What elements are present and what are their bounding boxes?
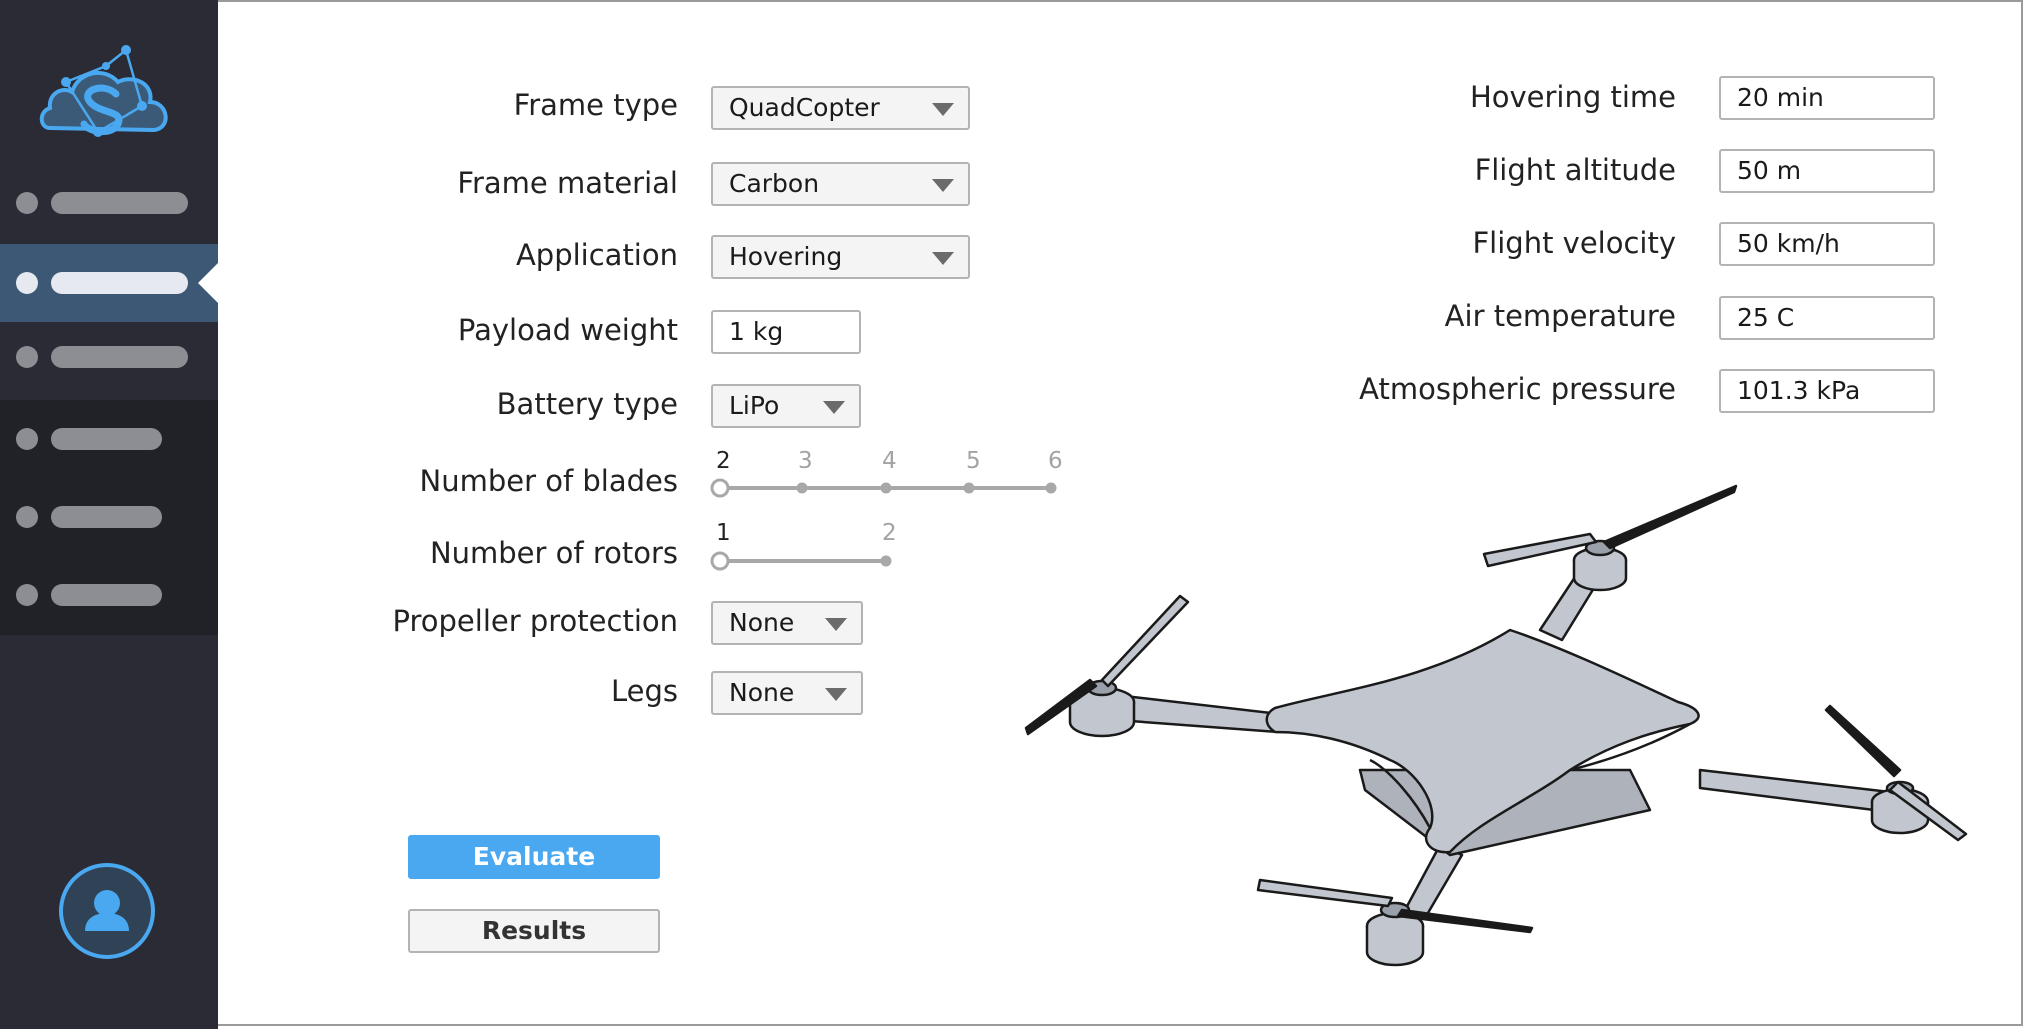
nav-label-placeholder bbox=[51, 272, 188, 294]
sidebar-item-2[interactable] bbox=[0, 244, 218, 322]
nav-label-placeholder bbox=[51, 506, 162, 528]
number-of-blades-label: Number of blades bbox=[419, 464, 678, 498]
payload-weight-input[interactable]: 1 kg bbox=[711, 310, 861, 354]
drone-3d-preview bbox=[1024, 484, 1968, 967]
sidebar-item-5[interactable] bbox=[0, 478, 218, 556]
application-label: Application bbox=[515, 238, 678, 272]
battery-type-select[interactable]: LiPo bbox=[711, 384, 861, 428]
atmospheric-pressure-label: Atmospheric pressure bbox=[1359, 372, 1676, 406]
chevron-down-icon bbox=[932, 252, 954, 265]
nav-label-placeholder bbox=[51, 584, 162, 606]
legs-select[interactable]: None bbox=[711, 671, 863, 715]
blades-option-3: 3 bbox=[798, 448, 813, 474]
battery-type-label: Battery type bbox=[496, 387, 678, 421]
nav-dot-icon bbox=[16, 346, 38, 368]
nav-dot-icon bbox=[16, 428, 38, 450]
propeller-protection-value: None bbox=[729, 608, 795, 637]
rotors-option-1: 1 bbox=[716, 520, 731, 546]
nav-label-placeholder bbox=[51, 346, 188, 368]
application-value: Hovering bbox=[729, 242, 843, 271]
blades-option-4: 4 bbox=[882, 448, 897, 474]
chevron-down-icon bbox=[823, 401, 845, 414]
blades-slider-track bbox=[710, 478, 1057, 498]
propeller-protection-select[interactable]: None bbox=[711, 601, 863, 645]
flight-altitude-label: Flight altitude bbox=[1474, 153, 1676, 187]
nav-label-placeholder bbox=[51, 428, 162, 450]
frame-material-value: Carbon bbox=[729, 169, 820, 198]
user-avatar-button[interactable] bbox=[59, 863, 155, 959]
air-temperature-label: Air temperature bbox=[1444, 299, 1676, 333]
hovering-time-label: Hovering time bbox=[1469, 80, 1676, 114]
chevron-down-icon bbox=[825, 618, 847, 631]
blades-option-2: 2 bbox=[716, 448, 731, 474]
sidebar-item-4[interactable] bbox=[0, 400, 218, 478]
number-of-rotors-label: Number of rotors bbox=[429, 536, 678, 570]
propeller-protection-label: Propeller protection bbox=[392, 604, 679, 638]
rotors-option-2: 2 bbox=[882, 520, 897, 546]
frame-type-value: QuadCopter bbox=[729, 93, 880, 122]
sidebar-group bbox=[0, 400, 218, 635]
sidebar-item-1[interactable] bbox=[0, 164, 218, 242]
chevron-down-icon bbox=[932, 103, 954, 116]
nav-dot-icon bbox=[16, 506, 38, 528]
number-of-rotors-slider[interactable]: 1 2 bbox=[710, 520, 906, 574]
user-icon bbox=[85, 890, 129, 931]
frame-type-select[interactable]: QuadCopter bbox=[711, 86, 970, 130]
flight-altitude-input[interactable]: 50 m bbox=[1719, 149, 1935, 193]
rotors-slider-track bbox=[710, 551, 892, 571]
chevron-down-icon bbox=[825, 688, 847, 701]
flight-velocity-input[interactable]: 50 km/h bbox=[1719, 222, 1935, 266]
flight-velocity-label: Flight velocity bbox=[1472, 226, 1676, 260]
legs-label: Legs bbox=[610, 674, 678, 708]
legs-value: None bbox=[729, 678, 795, 707]
frame-material-select[interactable]: Carbon bbox=[711, 162, 970, 206]
active-indicator bbox=[198, 263, 218, 303]
results-button[interactable]: Results bbox=[408, 909, 660, 953]
nav-dot-icon bbox=[16, 192, 38, 214]
nav-dot-icon bbox=[16, 584, 38, 606]
sidebar-item-3[interactable] bbox=[0, 318, 218, 396]
air-temperature-input[interactable]: 25 C bbox=[1719, 296, 1935, 340]
hovering-time-input[interactable]: 20 min bbox=[1719, 76, 1935, 120]
app-logo bbox=[39, 45, 168, 137]
battery-type-value: LiPo bbox=[729, 391, 780, 420]
chevron-down-icon bbox=[932, 179, 954, 192]
nav-label-placeholder bbox=[51, 192, 188, 214]
nav-dot-icon bbox=[16, 272, 38, 294]
frame-material-label: Frame material bbox=[457, 166, 678, 200]
payload-weight-label: Payload weight bbox=[457, 313, 678, 347]
sidebar-item-6[interactable] bbox=[0, 556, 218, 634]
frame-type-label: Frame type bbox=[513, 88, 678, 122]
blades-option-5: 5 bbox=[966, 448, 981, 474]
sidebar bbox=[0, 0, 218, 1029]
evaluate-button[interactable]: Evaluate bbox=[408, 835, 660, 879]
atmospheric-pressure-input[interactable]: 101.3 kPa bbox=[1719, 369, 1935, 413]
application-select[interactable]: Hovering bbox=[711, 235, 970, 279]
